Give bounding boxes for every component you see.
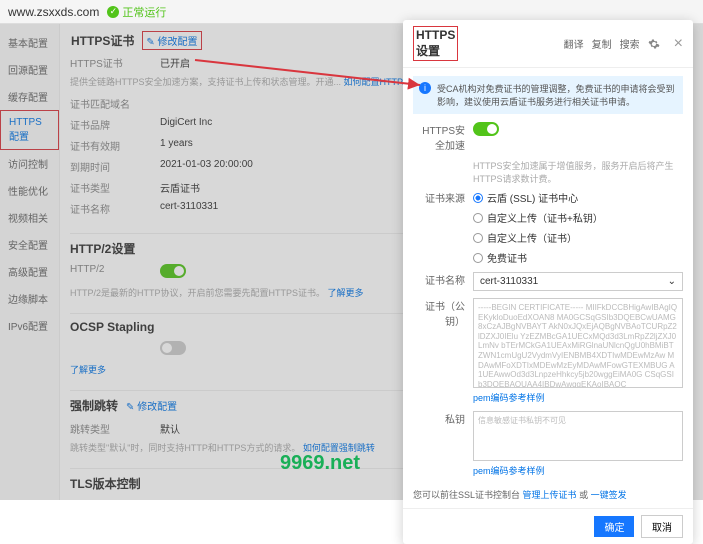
- accel-tip: HTTPS安全加速属于增值服务，服务开启后将产生HTTPS请求数计费。: [473, 159, 683, 185]
- ok-button[interactable]: 确定: [594, 516, 634, 537]
- close-icon[interactable]: ×: [674, 35, 683, 53]
- cert-pub-label: 证书（公钥）: [413, 298, 473, 404]
- radio-icon: [473, 253, 483, 263]
- radio-icon: [473, 233, 483, 243]
- manage-cert-link[interactable]: 管理上传证书: [523, 490, 577, 500]
- radio-icon: [473, 213, 483, 223]
- gear-icon[interactable]: [648, 38, 660, 50]
- tool-search[interactable]: 搜索: [620, 36, 640, 51]
- status-badge: 正常运行: [107, 4, 166, 20]
- https-accel-toggle[interactable]: [473, 122, 499, 136]
- radio-option-3[interactable]: 免费证书: [473, 250, 683, 265]
- footer-text: 您可以前往SSL证书控制台: [413, 490, 520, 500]
- cert-pub-textarea[interactable]: -----BEGIN CERTIFICATE----- MIIFkDCCBHig…: [473, 298, 683, 388]
- radio-icon: [473, 193, 483, 203]
- chevron-down-icon: ⌄: [668, 276, 676, 287]
- tool-translate[interactable]: 翻译: [564, 36, 584, 51]
- radio-option-0[interactable]: 云盾 (SSL) 证书中心: [473, 190, 683, 205]
- info-banner: i 受CA机构对免费证书的管理调整，免费证书的申请将会受到影响，建议使用云盾证书…: [413, 76, 683, 114]
- radio-option-1[interactable]: 自定义上传（证书+私钥）: [473, 210, 683, 225]
- https-settings-modal: HTTPS设置 翻译 复制 搜索 × i 受CA机构对免费证书的管理调整，免费证…: [403, 20, 693, 544]
- cert-name-select[interactable]: cert-3110331⌄: [473, 272, 683, 291]
- radio-option-2[interactable]: 自定义上传（证书）: [473, 230, 683, 245]
- cancel-button[interactable]: 取消: [641, 515, 683, 538]
- priv-textarea[interactable]: 信息敏感证书私钥不可见: [473, 411, 683, 461]
- modal-title: HTTPS设置: [413, 26, 458, 61]
- one-click-link[interactable]: 一键签发: [591, 490, 627, 500]
- pem-example-link-2[interactable]: pem编码参考样例: [473, 464, 683, 477]
- tool-copy[interactable]: 复制: [592, 36, 612, 51]
- domain-url: www.zsxxds.com: [8, 5, 99, 19]
- cert-src-label: 证书来源: [413, 190, 473, 265]
- info-icon: i: [419, 82, 431, 94]
- cert-name-label: 证书名称: [413, 272, 473, 291]
- priv-label: 私钥: [413, 411, 473, 477]
- accel-label: HTTPS安全加速: [413, 122, 473, 152]
- pem-example-link[interactable]: pem编码参考样例: [473, 391, 683, 404]
